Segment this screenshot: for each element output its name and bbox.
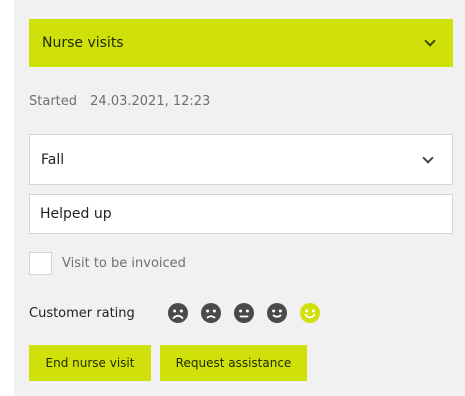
- sad-face-icon[interactable]: [200, 303, 221, 323]
- chevron-down-icon: [422, 151, 434, 164]
- category-select[interactable]: Fall: [29, 134, 453, 185]
- started-value: 24.03.2021, 12:23: [90, 94, 211, 109]
- content-face-icon[interactable]: [266, 303, 287, 323]
- header-title: Nurse visits: [42, 35, 124, 51]
- customer-rating: Customer rating: [29, 303, 333, 323]
- nurse-visits-header[interactable]: Nurse visits: [29, 19, 453, 67]
- neutral-face-icon[interactable]: [233, 303, 254, 323]
- very-sad-face-icon[interactable]: [167, 303, 188, 323]
- started-label: Started: [29, 94, 78, 109]
- started-info: Started 24.03.2021, 12:23: [29, 94, 210, 109]
- happy-face-icon[interactable]: [299, 303, 320, 323]
- invoice-checkbox[interactable]: [29, 252, 52, 275]
- invoice-checkbox-label: Visit to be invoiced: [62, 256, 186, 271]
- category-select-value: Fall: [41, 151, 65, 168]
- description-input[interactable]: [29, 194, 453, 234]
- chevron-down-icon: [424, 35, 436, 47]
- customer-rating-label: Customer rating: [29, 305, 135, 321]
- rating-faces: [167, 303, 333, 323]
- end-nurse-visit-button[interactable]: End nurse visit: [29, 345, 151, 381]
- request-assistance-button[interactable]: Request assistance: [160, 345, 307, 381]
- invoice-checkbox-row[interactable]: Visit to be invoiced: [29, 252, 186, 275]
